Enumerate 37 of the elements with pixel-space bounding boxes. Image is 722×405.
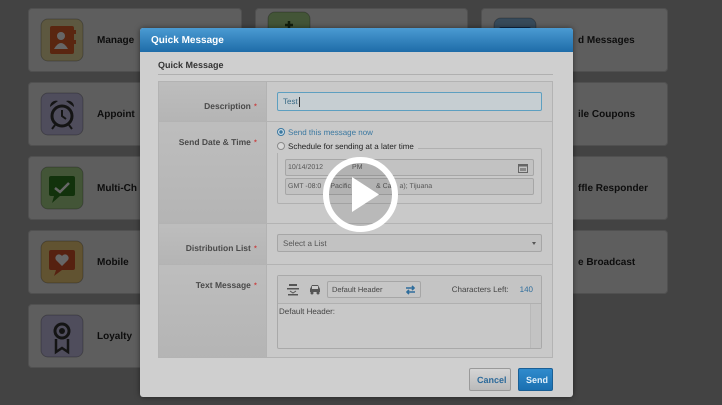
card-label: ffle Responder <box>578 182 648 194</box>
radio-label: Schedule for sending at a later time <box>288 142 414 150</box>
card-label: Appoint <box>97 108 135 120</box>
description-field[interactable]: Test <box>277 92 542 111</box>
scrollbar[interactable] <box>530 304 541 348</box>
play-button[interactable] <box>321 155 400 234</box>
alarm-clock-icon <box>40 92 84 136</box>
heart-bubble-icon <box>40 240 84 284</box>
send-button[interactable]: Send <box>518 368 553 391</box>
required-mark: * <box>254 281 257 290</box>
car-icon[interactable] <box>308 283 322 296</box>
card-label: Multi-Ch <box>97 182 137 194</box>
card-label: Manage <box>97 34 134 46</box>
chat-check-icon <box>40 166 84 210</box>
radio-label: Send this message now <box>288 128 373 136</box>
required-mark: * <box>254 102 257 111</box>
message-text: Default Header: <box>278 306 336 318</box>
card-label: ile Coupons <box>578 108 636 120</box>
swap-arrows-icon <box>405 284 416 294</box>
calendar-icon[interactable] <box>518 162 528 172</box>
dialog-title: Quick Message <box>151 34 224 46</box>
cancel-button[interactable]: Cancel <box>469 368 511 391</box>
card-label: d Messages <box>578 34 635 46</box>
required-mark: * <box>254 244 257 253</box>
card-label: Loyalty <box>97 330 132 342</box>
card-label: Mobile <box>97 256 129 268</box>
caret-icon <box>532 242 536 244</box>
contact-card-icon <box>40 18 84 62</box>
list-select[interactable]: Select a List <box>277 234 542 252</box>
text-lines-icon[interactable] <box>286 283 300 296</box>
required-mark: * <box>254 138 257 147</box>
section-heading: Quick Message <box>158 57 553 75</box>
radio-button[interactable] <box>277 128 285 136</box>
award-ribbon-icon <box>40 314 84 358</box>
card-label: e Broadcast <box>578 256 636 268</box>
radio-button[interactable] <box>277 142 285 150</box>
characters-count: 140 <box>520 285 533 294</box>
